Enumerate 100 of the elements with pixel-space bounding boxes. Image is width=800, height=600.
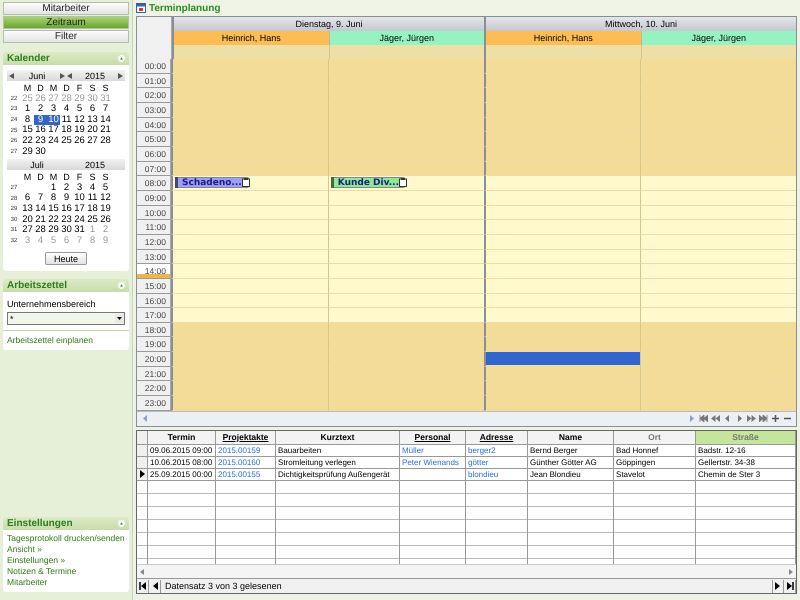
calendar-day[interactable]: 1 <box>21 104 34 115</box>
settings-link[interactable]: Notizen & Termine <box>7 566 125 577</box>
calendar-day[interactable]: 20 <box>21 214 34 226</box>
scroll-left-icon[interactable] <box>141 415 150 422</box>
all-day-slot[interactable] <box>484 45 640 59</box>
appointment[interactable]: Schadeno... <box>175 177 249 188</box>
calendar-day[interactable]: 16 <box>34 125 47 136</box>
calendar-day[interactable]: 12 <box>99 193 112 204</box>
settings-link[interactable]: Ansicht » <box>7 544 125 555</box>
nav-button[interactable]: Mitarbeiter <box>3 2 129 15</box>
time-slot[interactable]: Schadeno... <box>171 176 328 191</box>
calendar-day[interactable]: 10 <box>73 193 86 204</box>
calendar-day[interactable]: 23 <box>60 214 73 226</box>
forward-icon[interactable] <box>735 415 744 422</box>
appointment[interactable]: Kunde Div... <box>330 177 405 188</box>
calendar-day[interactable]: 2 <box>34 104 47 115</box>
minus-icon[interactable] <box>783 415 792 422</box>
column-header[interactable]: Termin <box>148 430 216 445</box>
scroll-right-icon[interactable] <box>788 568 793 574</box>
calendar-day[interactable]: 9 <box>34 114 47 126</box>
calendar-day[interactable]: 31 <box>73 225 86 236</box>
calendar-day[interactable]: 27 <box>86 136 99 147</box>
last-icon[interactable] <box>759 415 768 422</box>
plan-link[interactable]: Arbeitszettel einplanen <box>7 335 125 346</box>
calendar-day[interactable]: 23 <box>34 136 47 147</box>
next-year-icon[interactable] <box>118 72 123 78</box>
calendar-day[interactable]: 29 <box>47 225 60 236</box>
calendar-day[interactable]: 16 <box>60 204 73 215</box>
calendar-day[interactable]: 4 <box>86 182 99 194</box>
calendar-day[interactable]: 5 <box>73 104 86 115</box>
calendar-day[interactable]: 21 <box>99 125 112 136</box>
calendar-day[interactable]: 14 <box>34 204 47 215</box>
fast-back-icon[interactable] <box>711 415 720 422</box>
calendar-day[interactable]: 22 <box>47 214 60 226</box>
fast-forward-icon[interactable] <box>747 415 756 422</box>
calendar-day[interactable]: 19 <box>73 125 86 136</box>
calendar-day[interactable]: 13 <box>86 114 99 126</box>
calendar-day[interactable]: 24 <box>73 214 86 226</box>
time-slot[interactable] <box>484 337 640 352</box>
previous-month-icon[interactable] <box>9 72 14 78</box>
calendar-day[interactable]: 13 <box>21 204 34 215</box>
calendar-day[interactable]: 17 <box>47 125 60 136</box>
calendar-day[interactable]: 17 <box>73 204 86 215</box>
column-header[interactable]: Personal <box>400 430 466 445</box>
calendar-day[interactable]: 11 <box>86 193 99 204</box>
calendar-day[interactable]: 30 <box>60 225 73 236</box>
time-slot[interactable]: Kunde Div... <box>328 176 484 191</box>
calendar-day[interactable]: 4 <box>60 104 73 115</box>
column-header[interactable]: Name <box>528 430 614 445</box>
today-button[interactable]: Heute <box>45 252 87 266</box>
calendar-day[interactable]: 1 <box>47 182 60 194</box>
settings-link[interactable]: Tagesprotokoll drucken/senden <box>7 533 125 544</box>
calendar-day[interactable]: 29 <box>21 146 34 158</box>
all-day-slot[interactable] <box>328 45 484 59</box>
calendar-day[interactable]: 8 <box>21 114 34 126</box>
calendar-day[interactable]: 25 <box>60 136 73 147</box>
next-month-icon[interactable] <box>60 72 65 78</box>
first-icon[interactable] <box>699 415 708 422</box>
calendar-day[interactable]: 12 <box>73 114 86 126</box>
column-header[interactable]: Adresse <box>466 430 528 445</box>
calendar-day[interactable]: 14 <box>99 114 112 126</box>
calendar-day[interactable]: 28 <box>34 225 47 236</box>
calendar-day[interactable]: 21 <box>34 214 47 226</box>
dropdown-icon[interactable] <box>115 314 124 324</box>
calendar-day[interactable]: 25 <box>86 214 99 226</box>
scroll-left-icon[interactable] <box>140 568 145 574</box>
calendar-day[interactable]: 9 <box>60 193 73 204</box>
all-day-slot[interactable] <box>172 45 328 59</box>
collapse-icon[interactable] <box>118 282 125 290</box>
collapse-icon[interactable] <box>118 55 125 62</box>
calendar-day[interactable]: 15 <box>47 204 60 215</box>
calendar-day[interactable]: 27 <box>21 225 34 236</box>
collapse-icon[interactable] <box>118 520 125 527</box>
settings-link[interactable]: Mitarbeiter <box>7 577 125 588</box>
calendar-day[interactable]: 3 <box>73 182 86 194</box>
calendar-day[interactable]: 30 <box>34 146 47 158</box>
calendar-day[interactable]: 26 <box>73 136 86 147</box>
first-record-button[interactable] <box>137 580 149 592</box>
calendar-day[interactable]: 28 <box>99 136 112 147</box>
scroll-right-icon[interactable] <box>687 415 696 422</box>
calendar-day[interactable]: 20 <box>86 125 99 136</box>
previous-year-icon[interactable] <box>67 72 72 78</box>
calendar-day[interactable]: 3 <box>47 104 60 115</box>
calendar-day[interactable]: 18 <box>86 204 99 215</box>
row-selector[interactable] <box>137 468 148 481</box>
calendar-day[interactable]: 10 <box>47 114 60 126</box>
calendar-day[interactable]: 7 <box>34 193 47 204</box>
calendar-day[interactable]: 18 <box>60 125 73 136</box>
last-record-button[interactable] <box>784 580 796 592</box>
next-record-button[interactable] <box>772 580 784 592</box>
calendar-day[interactable]: 26 <box>99 214 112 226</box>
calendar-day[interactable]: 24 <box>47 136 60 147</box>
calendar-day[interactable]: 7 <box>99 104 112 115</box>
calendar-day[interactable]: 5 <box>99 182 112 194</box>
calendar-day[interactable]: 2 <box>60 182 73 194</box>
back-icon[interactable] <box>723 415 732 422</box>
settings-link[interactable]: Einstellungen » <box>7 555 125 566</box>
column-header[interactable]: Projektakte <box>216 430 276 445</box>
plus-icon[interactable] <box>771 415 780 422</box>
all-day-slot[interactable] <box>640 45 796 59</box>
